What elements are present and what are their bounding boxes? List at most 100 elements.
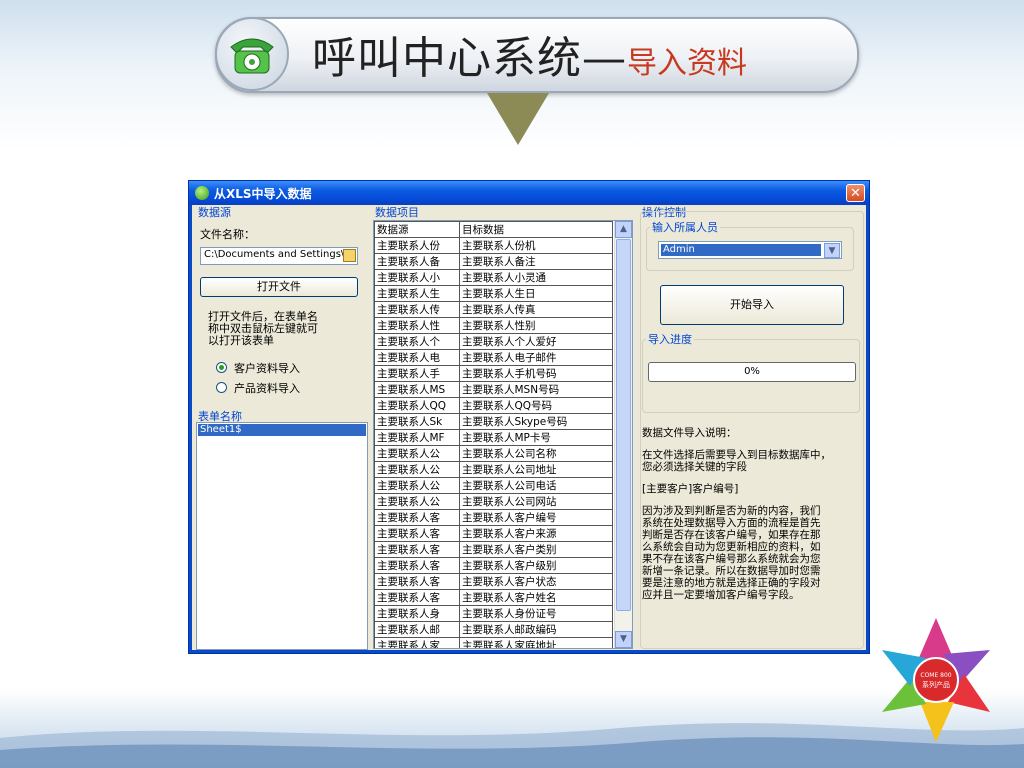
grid-cell-target[interactable]: 主要联系人客户来源 xyxy=(459,525,613,542)
scroll-up-icon[interactable]: ▲ xyxy=(615,221,632,238)
grid-cell-target[interactable]: 主要联系人份机 xyxy=(459,237,613,254)
grid-header-source[interactable]: 数据源 xyxy=(374,221,460,238)
table-row[interactable]: 主要联系人份 主要联系人份机 xyxy=(374,237,613,254)
radio-customer-import[interactable] xyxy=(216,362,227,373)
grid-cell-source[interactable]: 主要联系人电 xyxy=(374,349,460,366)
close-button[interactable]: ✕ xyxy=(846,184,865,202)
grid-cell-source[interactable]: 主要联系人生 xyxy=(374,285,460,302)
grid-cell-target[interactable]: 主要联系人客户编号 xyxy=(459,509,613,526)
grid-cell-target[interactable]: 主要联系人电子邮件 xyxy=(459,349,613,366)
radio-product-import[interactable] xyxy=(216,382,227,393)
grid-cell-target[interactable]: 主要联系人手机号码 xyxy=(459,365,613,382)
grid-cell-source[interactable]: 主要联系人家 xyxy=(374,637,460,648)
dialog-titlebar[interactable]: 从XLS中导入数据 ✕ xyxy=(189,181,869,205)
user-select[interactable]: Admin ▼ xyxy=(658,241,842,259)
grid-cell-target[interactable]: 主要联系人备注 xyxy=(459,253,613,270)
table-row[interactable]: 主要联系人客 主要联系人客户级别 xyxy=(374,557,613,574)
grid-cell-target[interactable]: 主要联系人身份证号 xyxy=(459,605,613,622)
grid-cell-target[interactable]: 主要联系人个人爱好 xyxy=(459,333,613,350)
grid-cell-source[interactable]: 主要联系人MS xyxy=(374,381,460,398)
table-row[interactable]: 主要联系人客 主要联系人客户类别 xyxy=(374,541,613,558)
grid-cell-source[interactable]: 主要联系人身 xyxy=(374,605,460,622)
sheet-list-item[interactable]: Sheet1$ xyxy=(198,424,366,436)
table-row[interactable]: 主要联系人客 主要联系人客户姓名 xyxy=(374,589,613,606)
grid-cell-source[interactable]: 主要联系人客 xyxy=(374,509,460,526)
grid-cell-target[interactable]: 主要联系人客户姓名 xyxy=(459,589,613,606)
grid-scrollbar[interactable]: ▲ ▼ xyxy=(614,221,632,648)
grid-cell-target[interactable]: 主要联系人客户级别 xyxy=(459,557,613,574)
table-row[interactable]: 主要联系人公 主要联系人公司名称 xyxy=(374,445,613,462)
table-row[interactable]: 主要联系人客 主要联系人客户编号 xyxy=(374,509,613,526)
grid-cell-source[interactable]: 主要联系人公 xyxy=(374,493,460,510)
grid-cell-source[interactable]: 主要联系人客 xyxy=(374,541,460,558)
grid-cell-source[interactable]: 主要联系人份 xyxy=(374,237,460,254)
grid-cell-source[interactable]: 主要联系人客 xyxy=(374,525,460,542)
grid-cell-source[interactable]: 主要联系人公 xyxy=(374,445,460,462)
grid-cell-target[interactable]: 主要联系人邮政编码 xyxy=(459,621,613,638)
table-row[interactable]: 主要联系人电 主要联系人电子邮件 xyxy=(374,349,613,366)
open-file-button[interactable]: 打开文件 xyxy=(200,277,358,297)
grid-cell-source[interactable]: 主要联系人性 xyxy=(374,317,460,334)
table-row[interactable]: 主要联系人客 主要联系人客户状态 xyxy=(374,573,613,590)
grid-cell-target[interactable]: 主要联系人公司网站 xyxy=(459,493,613,510)
grid-cell-target[interactable]: 主要联系人客户类别 xyxy=(459,541,613,558)
scroll-down-icon[interactable]: ▼ xyxy=(615,631,632,648)
grid-cell-source[interactable]: 主要联系人客 xyxy=(374,573,460,590)
grid-cell-target[interactable]: 主要联系人公司名称 xyxy=(459,445,613,462)
notes-paragraph-1: 在文件选择后需要导入到目标数据库中， 您必须选择关键的字段 xyxy=(642,449,831,473)
radio-customer-label: 客户资料导入 xyxy=(234,362,300,375)
grid-cell-target[interactable]: 主要联系人生日 xyxy=(459,285,613,302)
grid-cell-target[interactable]: 主要联系人Skype号码 xyxy=(459,413,613,430)
start-import-button[interactable]: 开始导入 xyxy=(660,285,844,325)
grid-cell-target[interactable]: 主要联系人MP卡号 xyxy=(459,429,613,446)
grid-cell-target[interactable]: 主要联系人家庭地址 xyxy=(459,637,613,648)
table-row[interactable]: 主要联系人身 主要联系人身份证号 xyxy=(374,605,613,622)
grid-cell-target[interactable]: 主要联系人公司电话 xyxy=(459,477,613,494)
grid-cell-target[interactable]: 主要联系人客户状态 xyxy=(459,573,613,590)
grid-cell-source[interactable]: 主要联系人MF xyxy=(374,429,460,446)
table-row[interactable]: 主要联系人公 主要联系人公司电话 xyxy=(374,477,613,494)
grid-cell-source[interactable]: 主要联系人手 xyxy=(374,365,460,382)
table-row[interactable]: 主要联系人MF 主要联系人MP卡号 xyxy=(374,429,613,446)
scroll-thumb[interactable] xyxy=(616,239,631,611)
import-progress-bar: 0% xyxy=(648,362,856,382)
grid-cell-source[interactable]: 主要联系人公 xyxy=(374,461,460,478)
grid-cell-target[interactable]: 主要联系人传真 xyxy=(459,301,613,318)
grid-cell-source[interactable]: 主要联系人公 xyxy=(374,477,460,494)
grid-cell-source[interactable]: 主要联系人个 xyxy=(374,333,460,350)
table-row[interactable]: 主要联系人手 主要联系人手机号码 xyxy=(374,365,613,382)
grid-cell-source[interactable]: 主要联系人客 xyxy=(374,589,460,606)
table-row[interactable]: 主要联系人小 主要联系人小灵通 xyxy=(374,269,613,286)
table-row[interactable]: 主要联系人公 主要联系人公司网站 xyxy=(374,493,613,510)
grid-cell-target[interactable]: 主要联系人公司地址 xyxy=(459,461,613,478)
table-row[interactable]: 主要联系人生 主要联系人生日 xyxy=(374,285,613,302)
table-row[interactable]: 主要联系人客 主要联系人客户来源 xyxy=(374,525,613,542)
file-path-field[interactable]: C:\Documents and Settings\ xyxy=(200,247,358,265)
grid-cell-source[interactable]: 主要联系人QQ xyxy=(374,397,460,414)
grid-header-target[interactable]: 目标数据 xyxy=(459,221,613,238)
grid-cell-source[interactable]: 主要联系人客 xyxy=(374,557,460,574)
table-row[interactable]: 主要联系人备 主要联系人备注 xyxy=(374,253,613,270)
sheet-list[interactable]: Sheet1$ xyxy=(196,422,368,650)
chevron-down-icon[interactable]: ▼ xyxy=(824,243,840,258)
grid-cell-source[interactable]: 主要联系人邮 xyxy=(374,621,460,638)
folder-icon[interactable] xyxy=(343,249,356,262)
table-row[interactable]: 主要联系人MS 主要联系人MSN号码 xyxy=(374,381,613,398)
table-row[interactable]: 主要联系人QQ 主要联系人QQ号码 xyxy=(374,397,613,414)
grid-cell-target[interactable]: 主要联系人性别 xyxy=(459,317,613,334)
table-row[interactable]: 主要联系人性 主要联系人性别 xyxy=(374,317,613,334)
table-row[interactable]: 主要联系人邮 主要联系人邮政编码 xyxy=(374,621,613,638)
grid-cell-source[interactable]: 主要联系人Sk xyxy=(374,413,460,430)
mapping-grid[interactable]: 数据源 目标数据 主要联系人份 主要联系人份机 主要联系人备 主要联系人备注 主要联系人… xyxy=(373,220,633,649)
table-row[interactable]: 主要联系人传 主要联系人传真 xyxy=(374,301,613,318)
grid-cell-target[interactable]: 主要联系人MSN号码 xyxy=(459,381,613,398)
table-row[interactable]: 主要联系人公 主要联系人公司地址 xyxy=(374,461,613,478)
table-row[interactable]: 主要联系人个 主要联系人个人爱好 xyxy=(374,333,613,350)
grid-cell-target[interactable]: 主要联系人QQ号码 xyxy=(459,397,613,414)
table-row[interactable]: 主要联系人家 主要联系人家庭地址 xyxy=(374,637,613,648)
grid-cell-source[interactable]: 主要联系人小 xyxy=(374,269,460,286)
grid-cell-source[interactable]: 主要联系人备 xyxy=(374,253,460,270)
grid-cell-target[interactable]: 主要联系人小灵通 xyxy=(459,269,613,286)
grid-cell-source[interactable]: 主要联系人传 xyxy=(374,301,460,318)
table-row[interactable]: 主要联系人Sk 主要联系人Skype号码 xyxy=(374,413,613,430)
